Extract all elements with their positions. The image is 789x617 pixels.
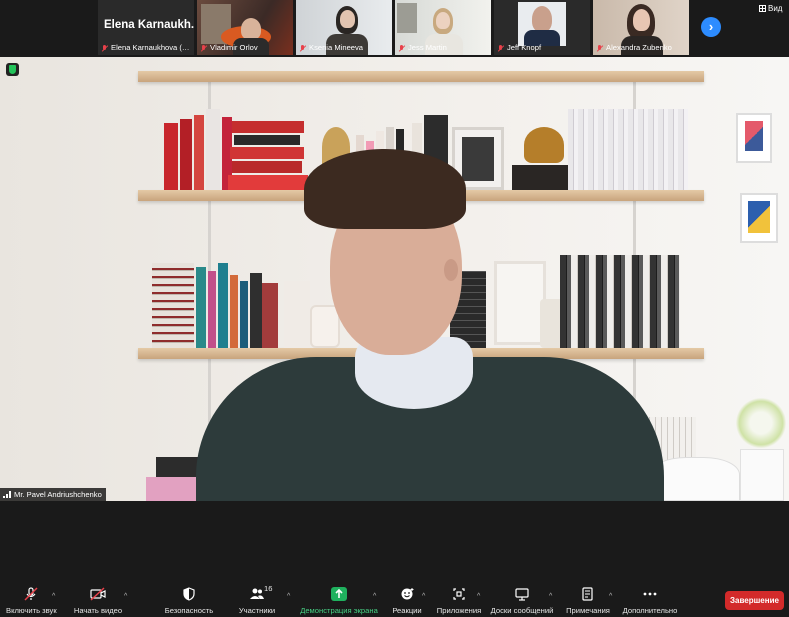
muted-mic-icon (23, 587, 39, 601)
notes-options-caret[interactable]: ^ (609, 593, 612, 600)
unmute-button[interactable]: Включить звук (6, 587, 57, 617)
shield-icon[interactable] (6, 63, 19, 76)
shelf (138, 71, 704, 82)
share-options-caret[interactable]: ^ (373, 593, 376, 600)
muted-mic-icon (497, 44, 504, 52)
share-screen-icon (331, 587, 347, 601)
video-options-caret[interactable]: ^ (124, 593, 127, 600)
participants-count: 16 (264, 584, 273, 593)
participant-name-label: Elena Karnaukhova (PIR... (98, 43, 194, 52)
participant-tile-name-card[interactable]: Elena Karnaukh... Elena Karnaukhova (PIR… (98, 0, 194, 55)
reactions-button[interactable]: Реакции (390, 587, 424, 617)
muted-mic-icon (398, 44, 405, 52)
active-speaker-video[interactable]: Mr. Pavel Andriushchenko (0, 57, 789, 501)
apps-options-caret[interactable]: ^ (477, 593, 480, 600)
speaker-ear (444, 259, 458, 281)
more-dots-icon (642, 587, 658, 601)
speaker-hair (304, 149, 466, 229)
view-button[interactable]: Вид (759, 4, 782, 13)
muted-mic-icon (101, 44, 108, 52)
audio-options-caret[interactable]: ^ (52, 593, 55, 600)
participant-tile-5[interactable]: Alexandra Zubenko (593, 0, 689, 55)
muted-mic-icon (200, 44, 207, 52)
participants-icon: 16 (249, 584, 272, 601)
participants-button[interactable]: 16 Участники (236, 584, 278, 617)
participant-name-label: Alexandra Zubenko (593, 43, 689, 52)
next-participants-button[interactable]: › (701, 17, 721, 37)
whiteboards-button[interactable]: Доски сообщений (490, 587, 554, 617)
participant-strip: Elena Karnaukh... Elena Karnaukhova (PIR… (0, 0, 789, 57)
speaker-name-label: Mr. Pavel Andriushchenko (0, 488, 106, 501)
participant-name-label: Vladimir Orlov (197, 43, 293, 52)
whiteboards-options-caret[interactable]: ^ (549, 593, 552, 600)
participant-tile-2[interactable]: Ksenia Mineeva (296, 0, 392, 55)
security-button[interactable]: Безопасность (164, 587, 214, 617)
apps-icon (451, 587, 467, 601)
participant-tile-4[interactable]: Jeff Knopf (494, 0, 590, 55)
muted-mic-icon (596, 44, 603, 52)
signal-strength-icon (3, 491, 12, 498)
participant-name-label: Jeff Knopf (494, 43, 590, 52)
video-off-icon (90, 587, 106, 601)
share-screen-button[interactable]: Демонстрация экрана (298, 587, 380, 617)
smiley-icon (399, 587, 415, 601)
participant-display-name: Elena Karnaukh... (104, 19, 194, 31)
meeting-toolbar: Включить звук ^ Начать видео ^ Безопасно… (0, 575, 789, 617)
participant-name-label: Jess Martin (395, 43, 491, 52)
shield-icon (181, 587, 197, 601)
more-button[interactable]: Дополнительно (620, 587, 680, 617)
participant-tile-3[interactable]: Jess Martin (395, 0, 491, 55)
participant-tile-1[interactable]: Vladimir Orlov (197, 0, 293, 55)
participant-name-label: Ksenia Mineeva (296, 43, 392, 52)
end-meeting-button[interactable]: Завершение (725, 591, 784, 610)
apps-button[interactable]: Приложения (436, 587, 482, 617)
start-video-button[interactable]: Начать видео (72, 587, 124, 617)
grid-view-icon (759, 5, 766, 12)
reactions-options-caret[interactable]: ^ (422, 593, 425, 600)
whiteboard-icon (514, 587, 530, 601)
notes-icon (580, 587, 596, 601)
participants-options-caret[interactable]: ^ (287, 593, 290, 600)
muted-mic-icon (299, 44, 306, 52)
notes-button[interactable]: Примечания (564, 587, 612, 617)
